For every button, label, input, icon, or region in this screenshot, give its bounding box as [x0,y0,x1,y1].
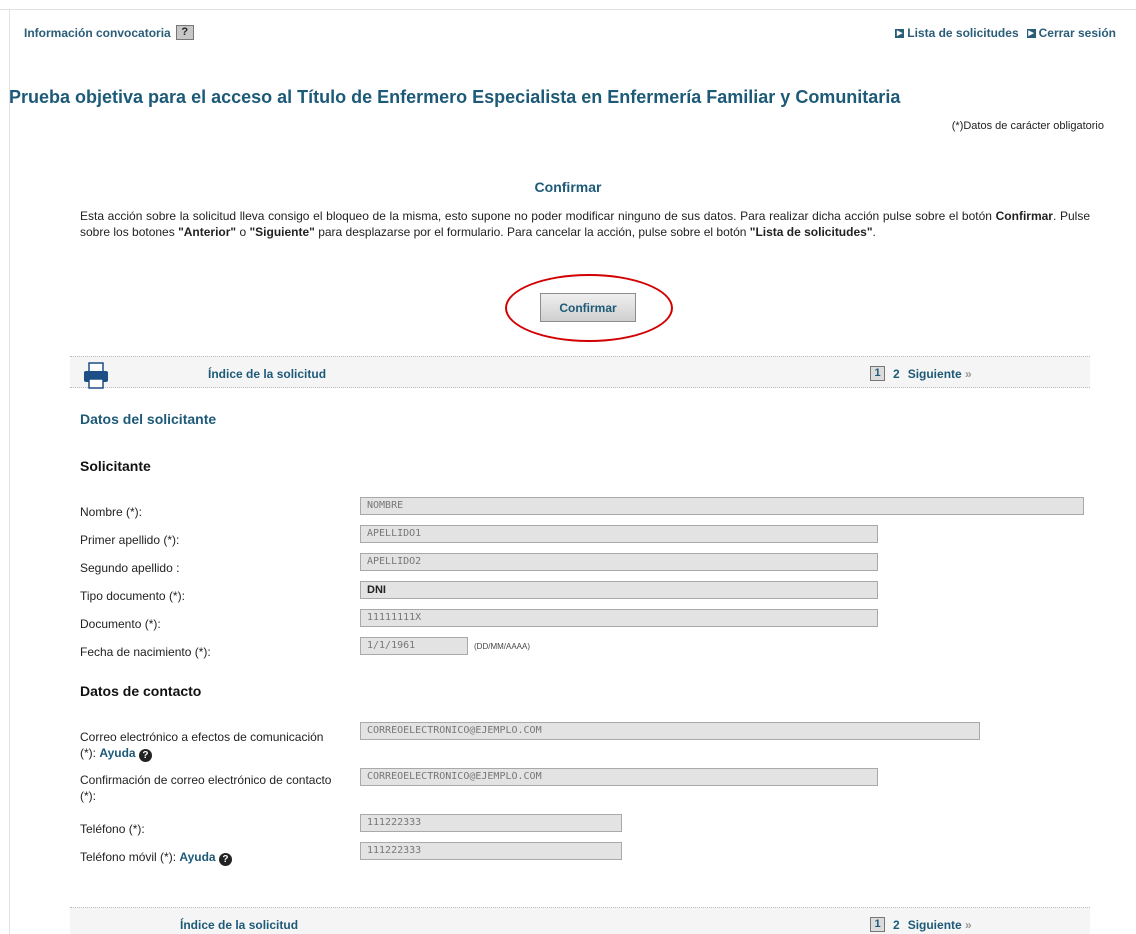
double-chevron-right-icon: » [965,366,972,381]
tipo-documento-select[interactable]: DNI [360,581,878,599]
page-2-link[interactable]: 2 [893,367,900,381]
page-1-current: 1 [870,366,885,381]
cerrar-sesion-link[interactable]: ▶ Cerrar sesión [1026,26,1116,40]
pager: 1 2 Siguiente » [870,917,972,932]
segundo-apellido-field[interactable]: APELLIDO2 [360,553,878,571]
ayuda-link[interactable]: Ayuda [179,850,215,864]
highlight-circle [505,274,673,342]
convocatoria-info[interactable]: Información convocatoria ? [24,25,194,40]
confirm-text-part: Esta acción sobre la solicitud lleva con… [80,209,996,223]
arrow-right-icon: ▶ [895,28,905,38]
confirm-text-bold: Confirmar [995,209,1053,223]
arrow-right-icon: ▶ [1026,28,1036,38]
page-top-border [0,9,1136,10]
pager: 1 2 Siguiente » [870,366,972,381]
question-circle-icon[interactable]: ? [218,853,232,866]
help-icon[interactable]: ? [175,25,194,40]
solicitud-index-link[interactable]: Índice de la solicitud [208,367,326,381]
date-format-hint: (DD/MM/AAAA) [474,642,530,651]
convocatoria-info-label[interactable]: Información convocatoria [24,26,171,40]
field-label: Documento (*): [80,617,161,631]
next-link[interactable]: Siguiente » [908,367,972,381]
next-label[interactable]: Siguiente [908,918,962,932]
field-label-text: (*): [80,789,96,803]
lista-solicitudes-label[interactable]: Lista de solicitudes [907,26,1018,40]
page-1-current: 1 [870,917,885,932]
fecha-nacimiento-field[interactable]: 1/1/1961 [360,637,468,655]
telefono-movil-field[interactable]: 111222333 [360,842,622,860]
double-chevron-right-icon: » [965,917,972,932]
confirm-text-part: o [236,225,250,239]
field-label-email-confirm: Confirmación de correo electrónico de co… [80,772,365,804]
field-label: Fecha de nacimiento (*): [80,645,211,659]
field-label-text: Correo electrónico a efectos de comunica… [80,730,324,744]
question-circle-icon[interactable]: ? [138,749,152,762]
field-label-text: (*): [80,746,100,760]
field-label: Tipo documento (*): [80,589,185,603]
confirm-text-part: . [872,225,876,239]
confirm-heading: Confirmar [534,179,602,195]
confirm-text-bold: "Lista de solicitudes" [749,225,873,239]
confirm-text-bold: "Anterior" [178,225,237,239]
printer-icon[interactable] [80,361,114,391]
subsection-contacto: Datos de contacto [80,683,202,699]
confirm-text-bold: "Siguiente" [249,225,315,239]
top-links: ▶ Lista de solicitudes ▶ Cerrar sesión [895,26,1116,40]
primer-apellido-field[interactable]: APELLIDO1 [360,525,878,543]
field-label: Primer apellido (*): [80,533,180,547]
field-label: Segundo apellido : [80,561,180,575]
confirm-instructions: Esta acción sobre la solicitud lleva con… [80,208,1090,240]
cerrar-sesion-label[interactable]: Cerrar sesión [1039,26,1116,40]
field-label: Teléfono (*): [80,822,145,836]
subsection-solicitante: Solicitante [80,458,151,474]
field-label-text: Teléfono móvil (*): [80,850,180,864]
mandatory-note: (*)Datos de carácter obligatorio [951,120,1104,132]
nav-bar-bottom: Índice de la solicitud 1 2 Siguiente » [70,907,1090,934]
page-title: Prueba objetiva para el acceso al Título… [9,87,901,107]
email-field[interactable]: CORREOELECTRONICO@EJEMPLO.COM [360,722,980,740]
nombre-field[interactable]: NOMBRE [360,497,1084,515]
email-confirm-field[interactable]: CORREOELECTRONICO@EJEMPLO.COM [360,768,878,786]
page-left-border [9,9,10,934]
section-title: Datos del solicitante [80,411,217,427]
documento-field[interactable]: 11111111X [360,609,878,627]
next-label[interactable]: Siguiente [908,367,962,381]
nav-bar-top: Índice de la solicitud 1 2 Siguiente » [70,356,1090,391]
confirm-text-part: para desplazarse por el formulario. Para… [314,225,750,239]
field-label-text: Confirmación de correo electrónico de co… [80,773,332,787]
ayuda-link[interactable]: Ayuda [99,746,135,760]
next-link[interactable]: Siguiente » [908,918,972,932]
field-label-email: Correo electrónico a efectos de comunica… [80,729,360,762]
field-label-movil: Teléfono móvil (*): Ayuda ? [80,849,232,866]
page-2-link[interactable]: 2 [893,918,900,932]
field-label: Nombre (*): [80,505,143,519]
lista-solicitudes-link[interactable]: ▶ Lista de solicitudes [895,26,1019,40]
solicitud-index-link[interactable]: Índice de la solicitud [180,918,298,932]
telefono-field[interactable]: 111222333 [360,814,622,832]
